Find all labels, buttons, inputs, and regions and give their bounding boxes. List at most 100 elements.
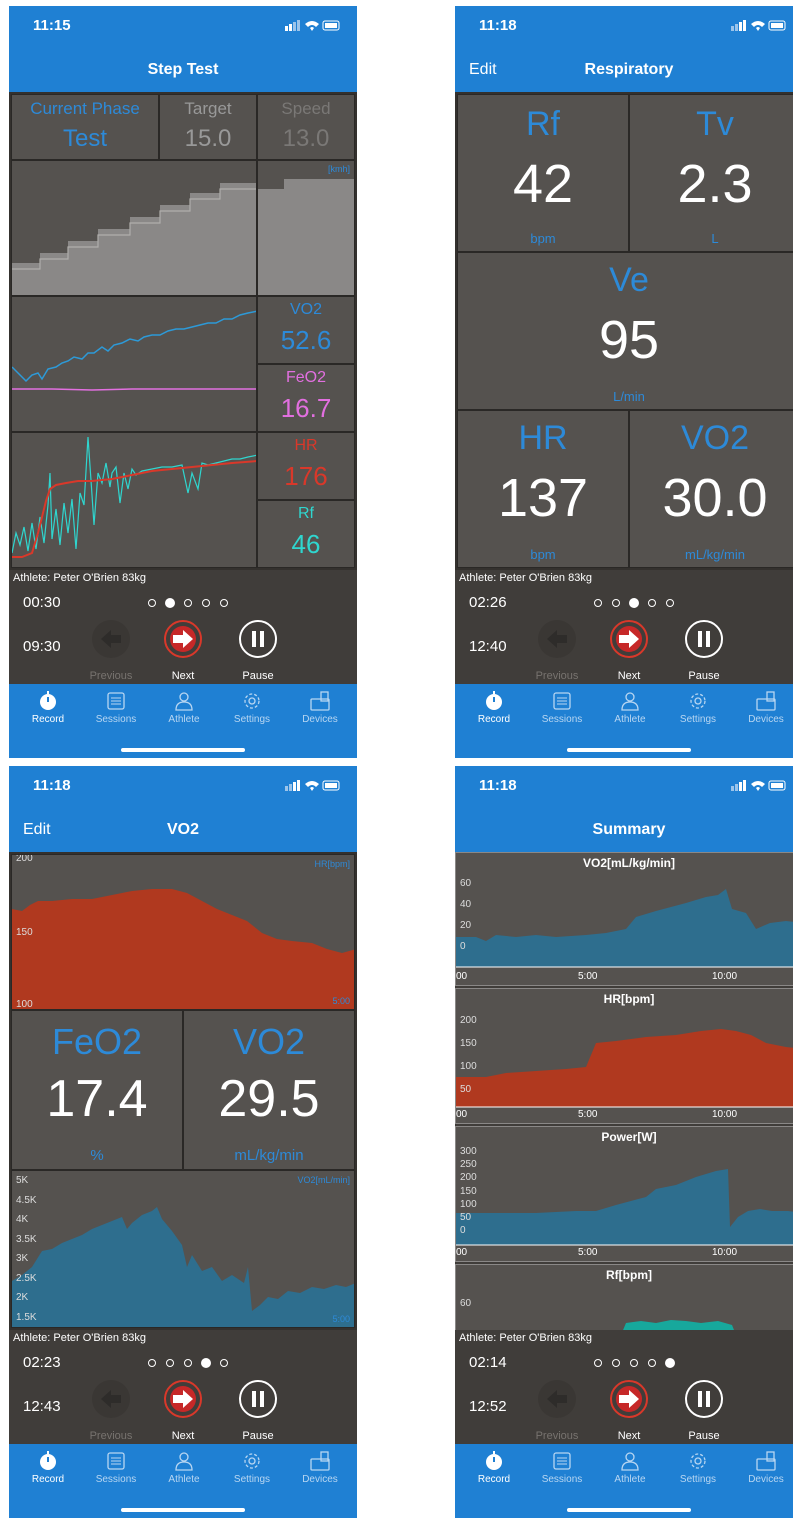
page-title: Step Test [147,61,219,78]
tab-athlete[interactable]: Athlete [595,1450,665,1485]
previous-label: Previous [89,670,133,682]
previous-button[interactable] [92,1380,130,1418]
status-bar: 11:18 [455,766,793,808]
rf-label: Rf [526,105,560,143]
tab-record[interactable]: Record [459,1450,529,1485]
tab-bar: Record Sessions Athlete Settings Devices [455,1444,793,1518]
playback-controls: Athlete: Peter O'Brien 83kg 02:14 12:52 … [455,1330,793,1444]
vo2-tick: 1.5K [16,1311,37,1323]
vo2-feo2-plot [12,310,256,391]
total-time: 12:43 [23,1398,61,1415]
next-label: Next [171,670,195,682]
tab-settings[interactable]: Settings [217,690,287,725]
tick: 50 [460,1084,472,1095]
x-tick: 10:00 [712,1247,738,1258]
page-indicator[interactable] [144,1356,234,1370]
tab-record-label: Record [31,1474,65,1485]
tab-bar: Record Sessions Athlete Settings Devices [455,684,793,758]
tab-record[interactable]: Record [459,690,529,725]
status-time: 11:18 [479,777,517,794]
page-indicator[interactable] [590,1356,680,1370]
summary-hr-plot [456,1029,793,1108]
tab-sessions-label: Sessions [541,1474,583,1485]
tab-bar: Record Sessions Athlete Settings Devices [9,1444,357,1518]
tab-devices-label: Devices [302,714,338,725]
tab-devices[interactable]: Devices [731,690,793,725]
next-label: Next [617,1430,641,1442]
next-button[interactable] [610,620,648,658]
tab-settings[interactable]: Settings [663,1450,733,1485]
tab-devices[interactable]: Devices [285,690,355,725]
tab-sessions[interactable]: Sessions [81,690,151,725]
previous-button[interactable] [92,620,130,658]
summary-power-chart: Power[W] 300 250 200 150 100 50 0 00 5:00 10:0… [455,1126,793,1262]
vo2-unit: mL/kg/min [234,1147,304,1164]
x-tick: 10:00 [712,971,738,982]
pause-icon [252,1391,264,1407]
rf-label: Rf [298,505,314,522]
tab-athlete[interactable]: Athlete [149,690,219,725]
tab-sessions[interactable]: Sessions [527,690,597,725]
tab-record[interactable]: Record [13,690,83,725]
hr-label: HR [518,419,568,457]
previous-label: Previous [535,1430,579,1442]
tab-athlete-label: Athlete [614,1474,646,1485]
list-icon [553,1452,571,1470]
tick: 60 [460,1298,472,1309]
tab-settings[interactable]: Settings [217,1450,287,1485]
screen-summary: 11:18 Summary VO2[mL/kg/min] 60 40 20 0 00 … [455,766,793,1518]
status-icons [285,20,340,31]
tick: 200 [460,1172,477,1184]
devices-icon [756,1451,776,1471]
previous-button[interactable] [538,1380,576,1418]
devices-icon [310,1451,330,1471]
x-tick: 10:00 [712,1109,738,1120]
screen-step-test: 11:15 Step Test Current Phase Test Targe… [9,6,357,758]
previous-button[interactable] [538,620,576,658]
tab-athlete-label: Athlete [168,714,200,725]
playback-controls: Athlete: Peter O'Brien 83kg 02:26 12:40 … [455,570,793,684]
x-tick: 00 [456,1109,468,1120]
arrow-left-icon [547,1390,567,1408]
hr-time-label: 5:00 [332,996,350,1006]
pause-icon [698,1391,710,1407]
tab-record-label: Record [477,1474,511,1485]
gear-icon [244,1453,260,1469]
tab-athlete[interactable]: Athlete [149,1450,219,1485]
tab-devices[interactable]: Devices [731,1450,793,1485]
vo2-feo2-chart [11,296,257,432]
vo2-tick: 2.5K [16,1272,37,1284]
pause-button[interactable] [685,620,723,658]
tab-sessions[interactable]: Sessions [527,1450,597,1485]
rf-value: 42 [512,154,574,214]
tick: 20 [460,920,472,931]
page-indicator[interactable] [144,596,234,610]
next-button[interactable] [610,1380,648,1418]
gear-icon [690,1453,706,1469]
vo2-value: 52.6 [280,325,332,355]
hr-cell: HR 137 bpm [457,410,629,568]
pause-button[interactable] [239,620,277,658]
next-button[interactable] [164,1380,202,1418]
page-title: Summary [592,821,666,838]
pause-button[interactable] [685,1380,723,1418]
vo2-value: 29.5 [218,1070,320,1128]
tab-sessions[interactable]: Sessions [81,1450,151,1485]
tv-value: 2.3 [677,154,753,214]
pause-button[interactable] [239,1380,277,1418]
next-button[interactable] [164,620,202,658]
vo2-time-label: 5:00 [332,1314,350,1324]
tab-record[interactable]: Record [13,1450,83,1485]
tab-devices[interactable]: Devices [285,1450,355,1485]
tick: 0 [460,1225,466,1237]
tab-athlete[interactable]: Athlete [595,690,665,725]
hr-tick-150: 150 [16,927,33,938]
stopwatch-icon [40,1451,56,1470]
tab-settings[interactable]: Settings [663,690,733,725]
vo2-tick: 4K [16,1214,29,1225]
page-indicator[interactable] [590,596,680,610]
nav-bar: Edit Respiratory [455,48,793,92]
pause-icon [252,631,264,647]
athlete-label: Athlete: Peter O'Brien 83kg [13,1332,146,1344]
tab-devices-label: Devices [748,714,784,725]
